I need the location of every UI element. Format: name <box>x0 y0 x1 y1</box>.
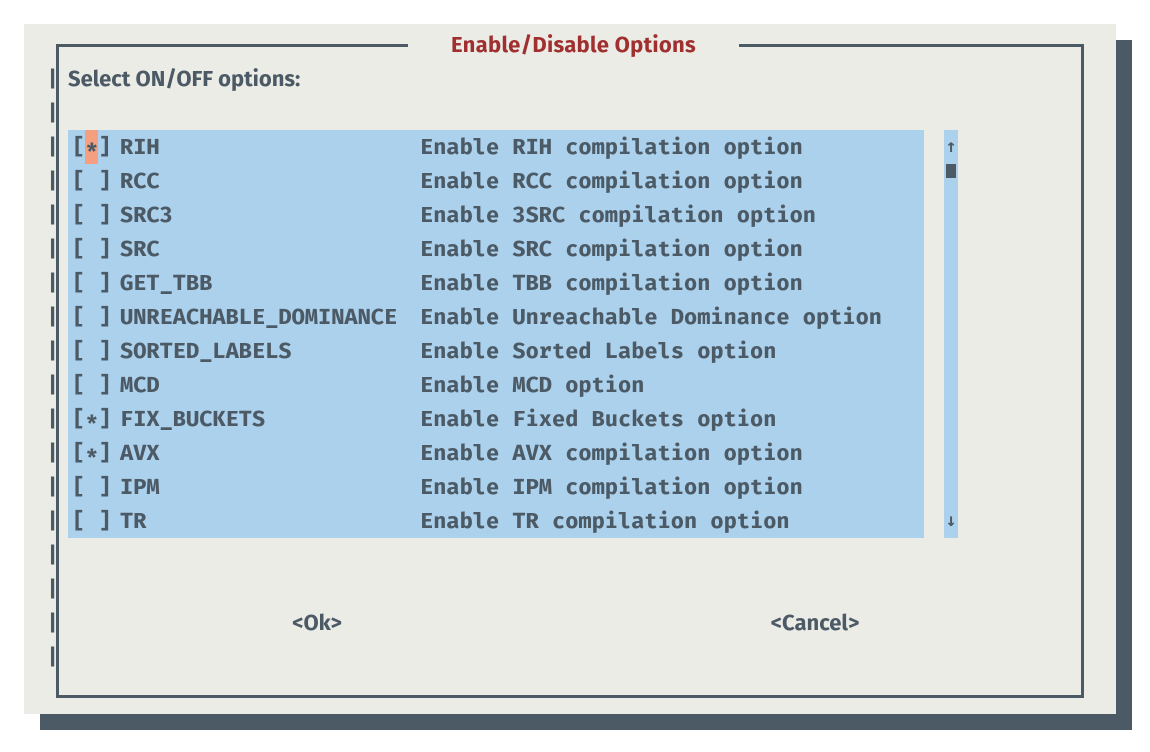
option-name: SRC3 <box>120 198 420 232</box>
option-checkbox[interactable]: [*] <box>68 130 120 164</box>
cancel-button[interactable]: <Cancel> <box>566 606 1064 640</box>
option-description: Enable RIH compilation option <box>420 130 803 164</box>
option-name: RIH <box>120 130 420 164</box>
option-row[interactable]: [ ]UNREACHABLE_DOMINANCEEnable Unreachab… <box>68 300 924 334</box>
option-name: SORTED_LABELS <box>120 334 420 368</box>
option-checkbox[interactable]: [*] <box>68 402 120 436</box>
frame-border <box>56 44 408 47</box>
frame-pipes: | | | | | | | | | | | | | | | | | | <box>46 62 59 674</box>
scrollbar[interactable]: ↑ ↓ <box>944 130 958 538</box>
option-description: Enable TBB compilation option <box>420 266 803 300</box>
option-checkbox[interactable]: [*] <box>68 436 120 470</box>
option-row[interactable]: [ ]GET_TBBEnable TBB compilation option <box>68 266 924 300</box>
option-row[interactable]: [ ]SRCEnable SRC compilation option <box>68 232 924 266</box>
scrollbar-track[interactable] <box>944 164 958 504</box>
option-name: IPM <box>120 470 420 504</box>
option-description: Enable Fixed Buckets option <box>420 402 776 436</box>
option-row[interactable]: [*]RIHEnable RIH compilation option <box>68 130 924 164</box>
option-description: Enable RCC compilation option <box>420 164 803 198</box>
option-checkbox[interactable]: [ ] <box>68 232 120 266</box>
option-checkbox[interactable]: [ ] <box>68 368 120 402</box>
option-checkbox[interactable]: [ ] <box>68 334 120 368</box>
option-name: UNREACHABLE_DOMINANCE <box>120 300 420 334</box>
option-description: Enable Unreachable Dominance option <box>420 300 882 334</box>
option-name: AVX <box>120 436 420 470</box>
option-description: Enable Sorted Labels option <box>420 334 776 368</box>
option-description: Enable SRC compilation option <box>420 232 803 266</box>
option-row[interactable]: [ ]SORTED_LABELSEnable Sorted Labels opt… <box>68 334 924 368</box>
option-description: Enable AVX compilation option <box>420 436 803 470</box>
scroll-down-icon[interactable]: ↓ <box>944 504 958 538</box>
option-name: GET_TBB <box>120 266 420 300</box>
dialog-title: Enable/Disable Options <box>408 28 739 62</box>
option-checkbox[interactable]: [ ] <box>68 198 120 232</box>
option-name: SRC <box>120 232 420 266</box>
option-row[interactable]: [*]FIX_BUCKETSEnable Fixed Buckets optio… <box>68 402 924 436</box>
option-row[interactable]: [ ]SRC3Enable 3SRC compilation option <box>68 198 924 232</box>
frame-border <box>739 44 1084 47</box>
prompt-label: Select ON/OFF options: <box>68 62 300 96</box>
dialog-container: Enable/Disable Options | | | | | | | | |… <box>24 24 1118 720</box>
option-name: MCD <box>120 368 420 402</box>
option-checkbox[interactable]: [ ] <box>68 266 120 300</box>
option-row[interactable]: [ ]IPMEnable IPM compilation option <box>68 470 924 504</box>
scrollbar-thumb[interactable] <box>946 164 956 178</box>
option-description: Enable IPM compilation option <box>420 470 803 504</box>
option-row[interactable]: [ ]RCCEnable RCC compilation option <box>68 164 924 198</box>
frame-border <box>1081 44 1084 698</box>
option-checkbox[interactable]: [ ] <box>68 164 120 198</box>
option-description: Enable MCD option <box>420 368 644 402</box>
option-checkbox[interactable]: [ ] <box>68 470 120 504</box>
dialog: Enable/Disable Options | | | | | | | | |… <box>24 24 1116 714</box>
option-checkbox[interactable]: [ ] <box>68 504 120 538</box>
options-list[interactable]: [*]RIHEnable RIH compilation option[ ]RC… <box>68 130 924 538</box>
frame-border <box>56 695 1084 698</box>
ok-button[interactable]: <Ok> <box>68 606 566 640</box>
option-name: RCC <box>120 164 420 198</box>
option-name: TR <box>120 504 420 538</box>
option-row[interactable]: [ ]MCDEnable MCD option <box>68 368 924 402</box>
dialog-buttons: <Ok> <Cancel> <box>68 606 1064 640</box>
option-row[interactable]: [ ]TREnable TR compilation option <box>68 504 924 538</box>
option-checkbox[interactable]: [ ] <box>68 300 120 334</box>
option-description: Enable 3SRC compilation option <box>420 198 816 232</box>
option-description: Enable TR compilation option <box>420 504 790 538</box>
option-row[interactable]: [*]AVXEnable AVX compilation option <box>68 436 924 470</box>
scroll-up-icon[interactable]: ↑ <box>944 130 958 164</box>
option-name: FIX_BUCKETS <box>120 402 420 436</box>
